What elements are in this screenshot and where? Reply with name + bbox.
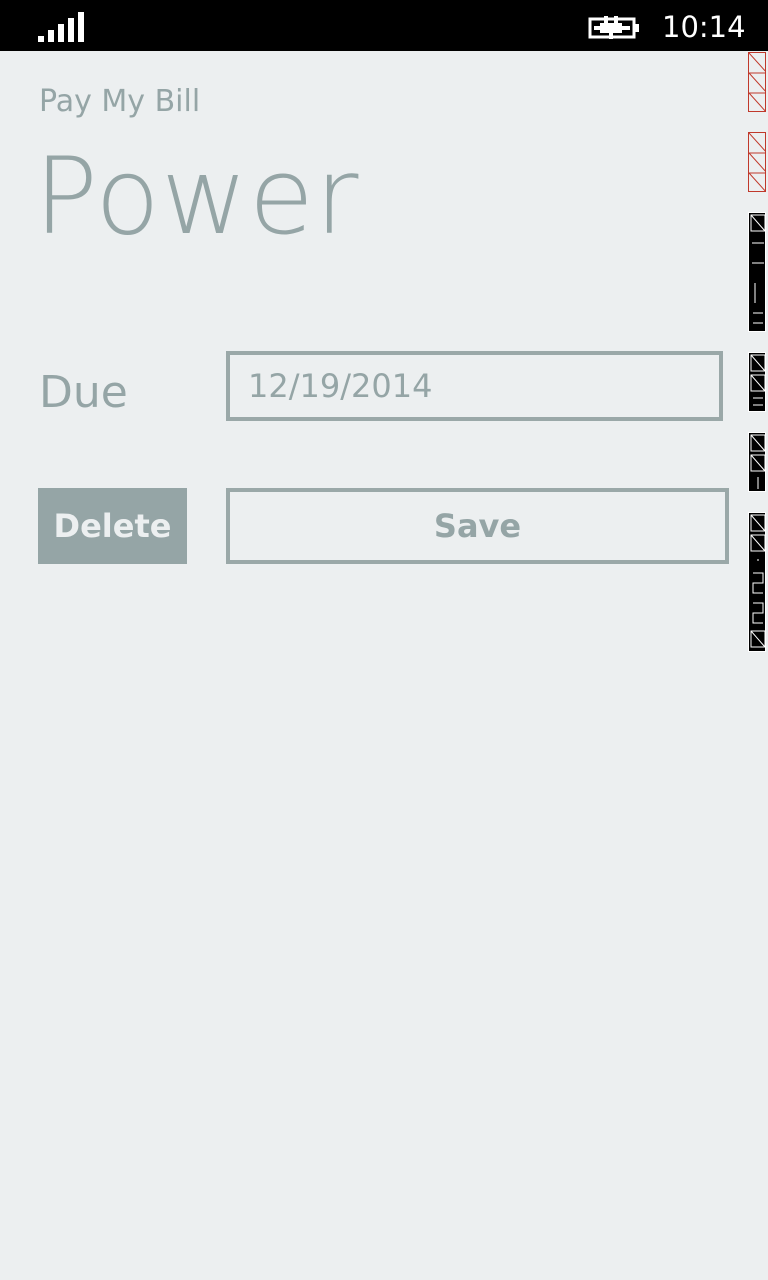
debug-counter-cell (748, 52, 766, 112)
save-button[interactable]: Save (226, 488, 729, 564)
debug-counter-cell (748, 432, 766, 492)
signal-strength-icon (38, 12, 84, 42)
battery-charging-icon (588, 16, 639, 39)
app-title: Pay My Bill (39, 84, 201, 119)
status-bar: 10:14 (0, 0, 768, 51)
page-title: Power (34, 135, 360, 258)
debug-counter-cell (748, 352, 766, 412)
debug-counter-cell (748, 132, 766, 192)
due-label: Due (39, 367, 128, 418)
due-date-input[interactable] (226, 351, 723, 421)
delete-button[interactable]: Delete (38, 488, 187, 564)
app-screen: 10:14 Pay My Bill Power Due Delete Save (0, 0, 768, 1280)
debug-counter-cell (748, 512, 766, 652)
status-clock: 10:14 (662, 10, 746, 44)
debug-counter-cell (748, 212, 766, 332)
